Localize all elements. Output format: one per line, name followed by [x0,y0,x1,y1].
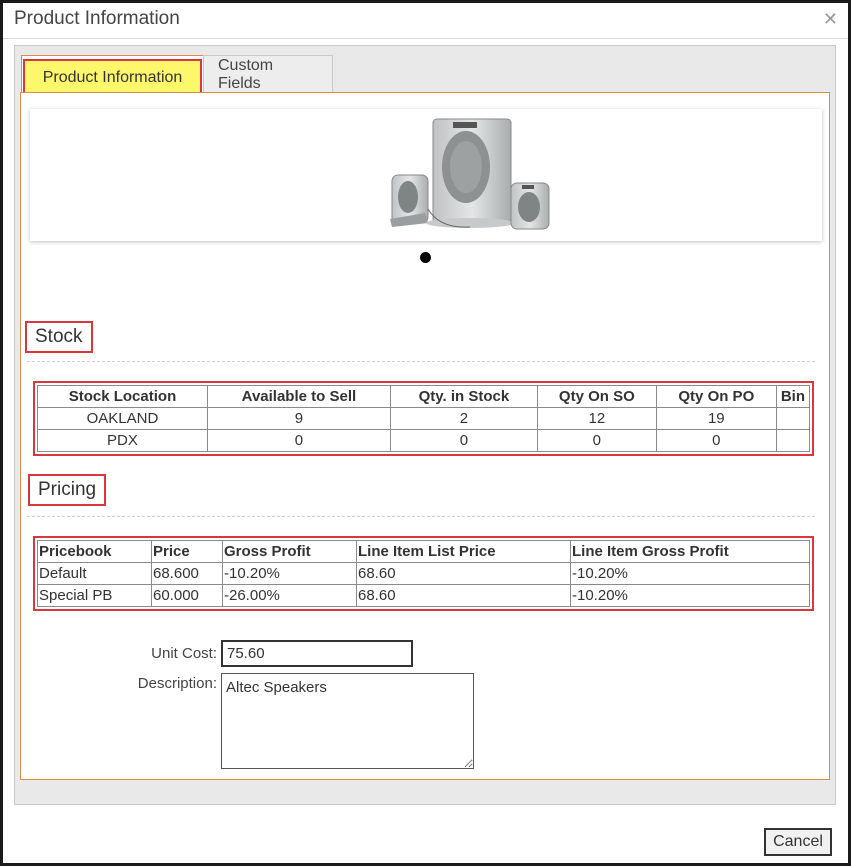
cell-gross-profit: -26.00% [222,584,357,607]
cell-on-so: 12 [536,407,657,430]
speaker-right [510,182,550,230]
cell-line-gross-profit: -10.20% [570,584,810,607]
cell-on-po: 0 [655,429,777,452]
cell-pricebook: Default [37,562,152,585]
pricing-header-row: Pricebook Price Gross Profit Line Item L… [37,540,810,563]
unit-cost-label: Unit Cost: [151,645,217,662]
cell-location: PDX [37,429,208,452]
header-gross-profit: Gross Profit [222,540,357,563]
cell-in-stock: 0 [389,429,538,452]
dialog-title-bar: Product Information ✕ [3,3,848,39]
header-qty-in-stock: Qty. in Stock [389,385,538,408]
cell-gross-profit: -10.20% [222,562,357,585]
header-price: Price [151,540,223,563]
cell-price: 60.000 [151,584,223,607]
cell-list-price: 68.60 [356,562,571,585]
table-row: OAKLAND 9 2 12 19 [37,407,811,430]
cell-bin [775,407,811,430]
header-line-item-gross-profit: Line Item Gross Profit [570,540,810,563]
cell-on-so: 0 [536,429,657,452]
header-stock-location: Stock Location [37,385,208,408]
product-image [390,118,550,230]
pricing-section-title: Pricing [28,474,107,506]
cell-in-stock: 2 [389,407,538,430]
table-row: Special PB 60.000 -26.00% 68.60 -10.20% [37,584,810,607]
tab-content: Stock Stock Location Available to Sell Q… [20,92,830,780]
pricing-table: Pricebook Price Gross Profit Line Item L… [37,540,810,607]
description-field[interactable]: Altec Speakers [221,673,474,769]
cell-available: 0 [206,429,391,452]
cell-line-gross-profit: -10.20% [570,562,810,585]
cell-price: 68.600 [151,562,223,585]
speaker-left [390,174,429,227]
description-label: Description: [137,675,217,692]
speaker-subwoofer [426,118,514,228]
tab-custom-fields[interactable]: Custom Fields [203,55,333,93]
cell-list-price: 68.60 [356,584,571,607]
stock-section-title: Stock [25,321,93,353]
cell-on-po: 19 [655,407,777,430]
product-info-dialog: Product Information ✕ Product Informatio… [0,0,851,866]
unit-cost-field[interactable] [221,640,413,667]
stock-header-row: Stock Location Available to Sell Qty. in… [37,385,811,408]
product-image-card [30,109,822,241]
cell-pricebook: Special PB [37,584,152,607]
header-bin: Bin [775,385,811,408]
table-row: PDX 0 0 0 0 [37,429,811,452]
stock-divider [27,361,815,362]
dialog-title: Product Information [14,8,180,29]
cell-location: OAKLAND [37,407,208,430]
pricing-table-highlight: Pricebook Price Gross Profit Line Item L… [33,536,814,611]
header-pricebook: Pricebook [37,540,152,563]
header-line-item-list-price: Line Item List Price [356,540,571,563]
header-qty-on-so: Qty On SO [536,385,657,408]
cancel-button[interactable]: Cancel [764,828,832,856]
stock-table-highlight: Stock Location Available to Sell Qty. in… [33,381,814,456]
close-icon[interactable]: ✕ [823,9,838,30]
image-carousel-dot[interactable] [420,252,431,263]
table-row: Default 68.600 -10.20% 68.60 -10.20% [37,562,810,585]
cell-bin [775,429,811,452]
stock-table: Stock Location Available to Sell Qty. in… [37,385,811,452]
tab-panel-container: Product Information Custom Fields Stock … [14,45,836,805]
pricing-divider [27,516,815,517]
cell-available: 9 [206,407,391,430]
header-qty-on-po: Qty On PO [655,385,777,408]
tab-product-information[interactable]: Product Information [21,55,205,97]
header-available-to-sell: Available to Sell [206,385,391,408]
